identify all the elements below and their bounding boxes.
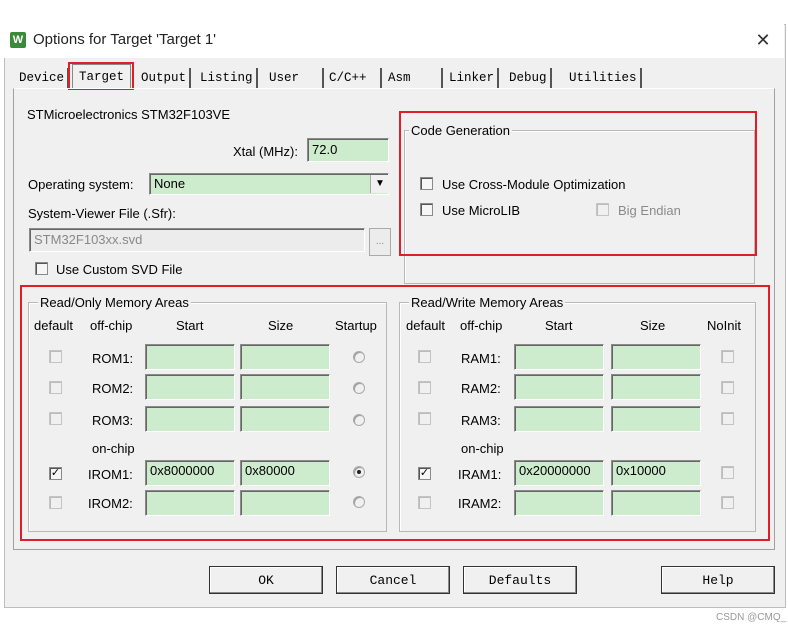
- chevron-down-icon[interactable]: ▼: [370, 175, 389, 193]
- xtal-label: Xtal (MHz):: [233, 144, 298, 159]
- sfr-label: System-Viewer File (.Sfr):: [28, 206, 176, 221]
- os-select-value: None: [154, 176, 186, 191]
- tab-user[interactable]: User: [266, 68, 324, 88]
- tab-utilities[interactable]: Utilities: [566, 68, 642, 88]
- tab-asm[interactable]: Asm: [385, 68, 443, 88]
- target-tab-highlight: [68, 62, 134, 90]
- xtal-input[interactable]: 72.0: [307, 138, 389, 162]
- custom-svd-checkbox[interactable]: [35, 262, 48, 275]
- sfr-browse-button[interactable]: ...: [369, 228, 391, 256]
- custom-svd-label: Use Custom SVD File: [56, 262, 183, 277]
- help-button[interactable]: Help: [661, 566, 775, 594]
- tab-c-cpp[interactable]: C/C++: [326, 68, 382, 88]
- close-icon[interactable]: ✕: [753, 31, 773, 49]
- os-select[interactable]: None: [149, 173, 389, 195]
- defaults-button[interactable]: Defaults: [463, 566, 577, 594]
- memory-areas-highlight: [20, 285, 770, 541]
- tab-device[interactable]: Device: [16, 68, 70, 88]
- keil-uvision-icon: W: [10, 32, 26, 48]
- watermark: CSDN @CMQ_: [716, 612, 787, 623]
- tab-output[interactable]: Output: [138, 68, 192, 88]
- ok-button[interactable]: OK: [209, 566, 323, 594]
- sfr-file-input[interactable]: STM32F103xx.svd: [29, 228, 365, 252]
- window-title: Options for Target 'Target 1': [33, 31, 217, 48]
- code-generation-highlight: [399, 111, 757, 256]
- os-label: Operating system:: [28, 177, 134, 192]
- tab-listing[interactable]: Listing: [197, 68, 258, 88]
- tab-linker[interactable]: Linker: [446, 68, 500, 88]
- device-name: STMicroelectronics STM32F103VE: [27, 107, 231, 122]
- cancel-button[interactable]: Cancel: [336, 566, 450, 594]
- tab-debug[interactable]: Debug: [506, 68, 552, 88]
